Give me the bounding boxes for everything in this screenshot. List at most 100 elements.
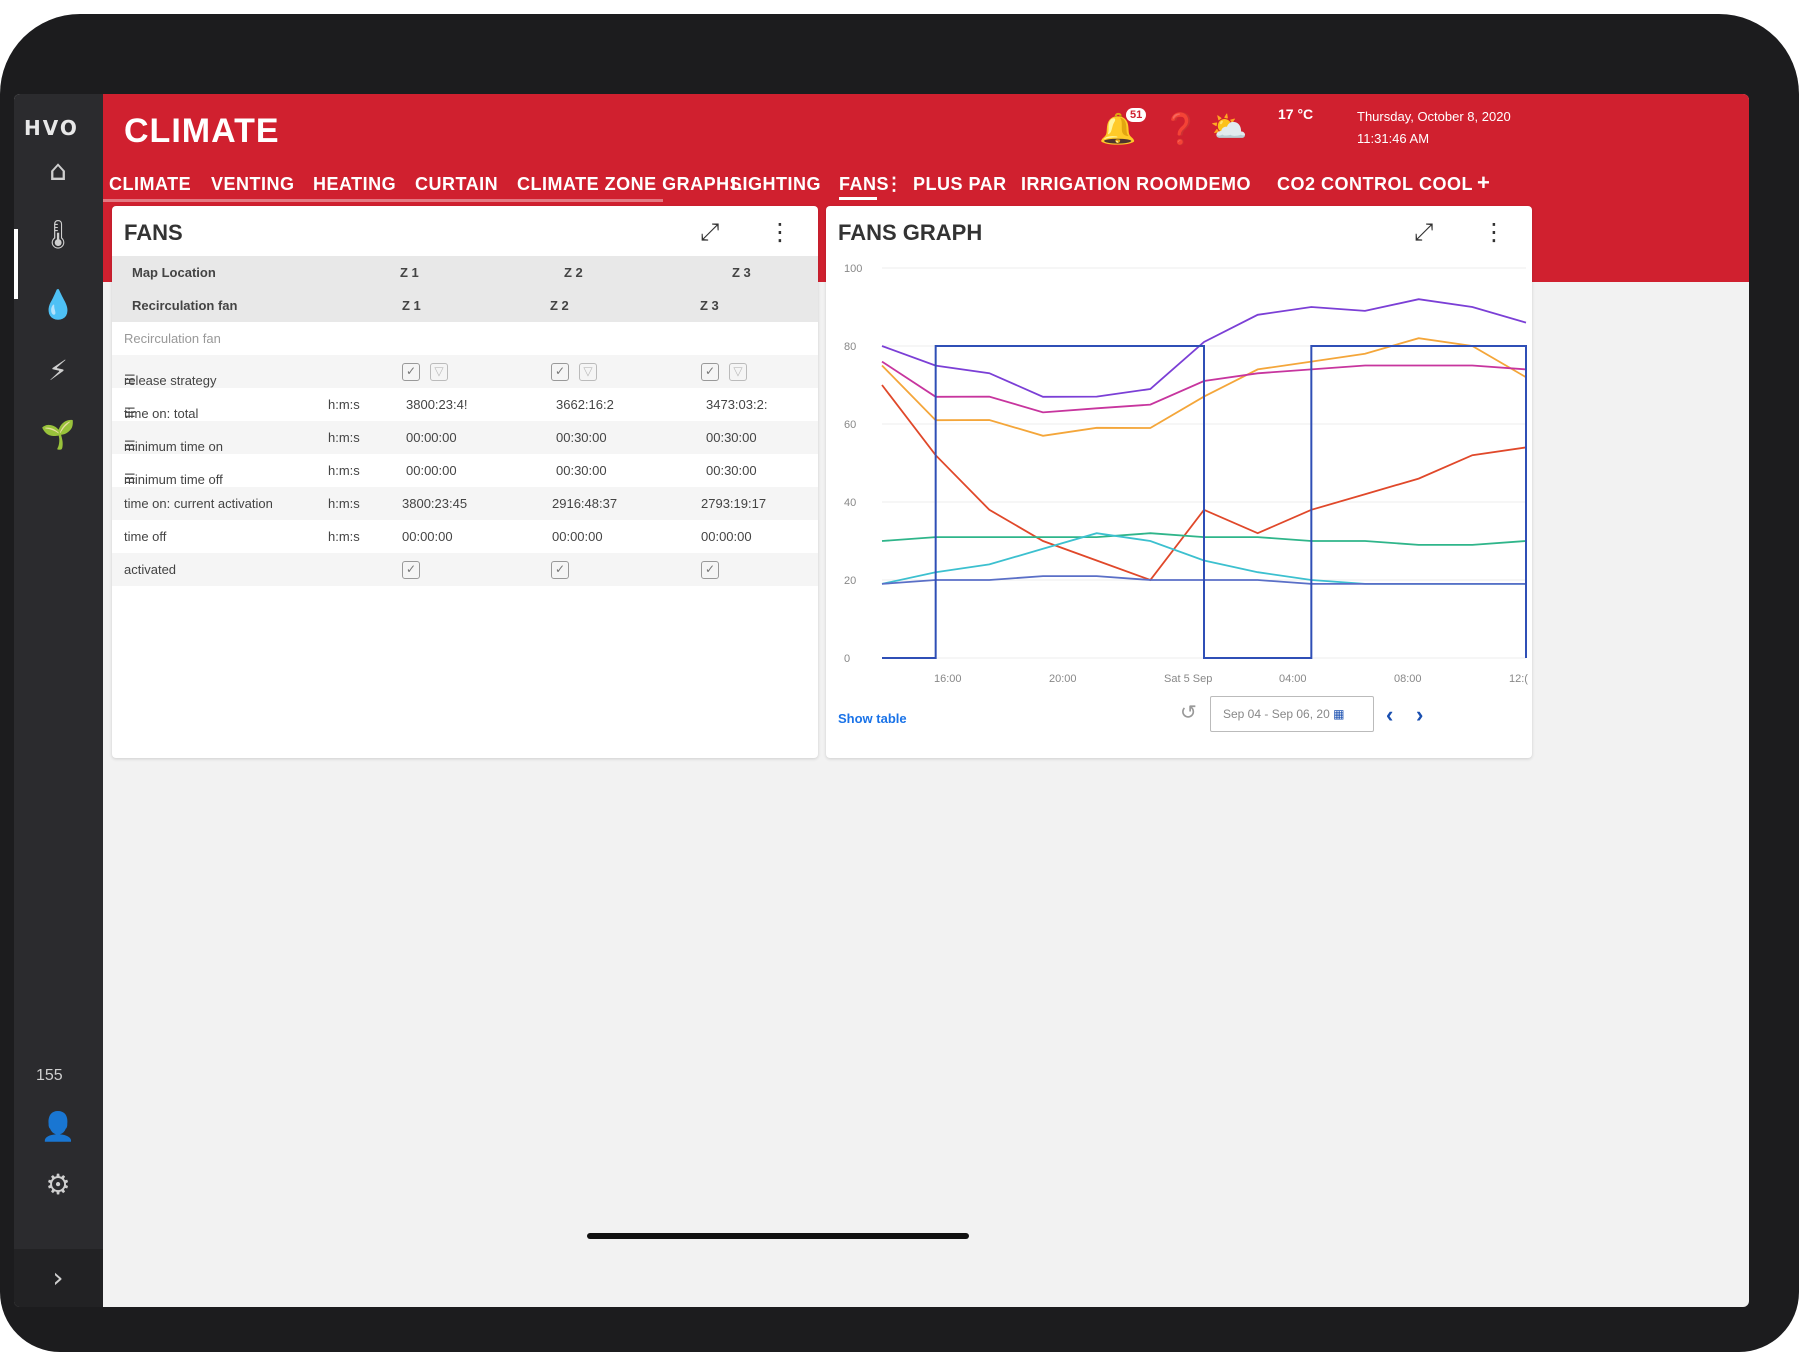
tab-fans-menu-icon[interactable]: ⋮ xyxy=(885,174,904,195)
z1-value[interactable]: 00:00:00 xyxy=(406,430,457,445)
z1-value[interactable]: 00:00:00 xyxy=(406,463,457,478)
row-label: Map Location xyxy=(132,265,216,280)
add-tab-icon[interactable]: + xyxy=(1477,170,1490,196)
strategy-option[interactable]: ▽ xyxy=(729,363,747,381)
tab-venting[interactable]: VENTING xyxy=(211,174,295,195)
help-icon[interactable]: ❓ xyxy=(1162,112,1199,147)
z2-value[interactable]: 00:30:00 xyxy=(556,463,607,478)
activated-checkbox: ✓ xyxy=(701,561,719,579)
fans-chart[interactable]: 100 80 60 40 20 0 16:00 20:00 Sat 5 Sep 04:00 08:0… xyxy=(826,256,1532,696)
z1-value: Z 1 xyxy=(400,265,419,280)
section-header: Recirculation fan xyxy=(112,322,818,355)
unit: h:m:s xyxy=(328,463,360,478)
z2-value[interactable]: 3662:16:2 xyxy=(556,397,614,412)
y-tick-label: 0 xyxy=(844,653,850,665)
z3-value: Z 3 xyxy=(700,298,719,313)
z3-value: 2793:19:17 xyxy=(701,496,767,511)
unit: h:m:s xyxy=(328,397,360,412)
chevron-right-icon[interactable]: › xyxy=(1416,702,1423,728)
row-label: time off xyxy=(124,529,167,544)
z1-value: 3800:23:45 xyxy=(402,496,468,511)
row-label: Recirculation fan xyxy=(132,298,238,313)
table-row: time on: current activation h:m:s 3800:2… xyxy=(112,487,818,520)
strategy-option[interactable]: ▽ xyxy=(430,363,448,381)
page-title: CLIMATE xyxy=(124,112,280,150)
tab-fans[interactable]: FANS xyxy=(839,174,889,195)
z2-value: Z 2 xyxy=(550,298,569,313)
water-drop-icon[interactable]: 💧 xyxy=(38,284,78,324)
strategy-checkbox[interactable]: ✓ xyxy=(551,363,569,381)
row-label-text: release strategy xyxy=(124,373,217,388)
strategy-checkbox[interactable]: ✓ xyxy=(402,363,420,381)
history-icon[interactable]: ↺ xyxy=(1180,700,1197,724)
user-icon[interactable]: 👤 xyxy=(38,1106,78,1146)
strategy-option[interactable]: ▽ xyxy=(579,363,597,381)
tab-scroll-track xyxy=(103,199,663,202)
active-tab-indicator xyxy=(839,197,877,200)
more-vert-icon[interactable]: ⋮ xyxy=(1482,218,1506,246)
z1-value: Z 1 xyxy=(402,298,421,313)
tab-irrigation-room[interactable]: IRRIGATION ROOM xyxy=(1021,174,1194,195)
y-tick-label: 100 xyxy=(844,263,862,275)
x-tick-label: 04:00 xyxy=(1279,673,1307,685)
row-label-text: minimum time off xyxy=(124,472,223,487)
chevron-right-icon[interactable]: › xyxy=(38,1257,78,1297)
tab-climate-zone-graphs[interactable]: CLIMATE ZONE GRAPHS xyxy=(517,174,742,195)
thermometer-icon[interactable]: 🌡 xyxy=(38,214,78,254)
z2-value: Z 2 xyxy=(564,265,583,280)
z3-value: Z 3 xyxy=(732,265,751,280)
home-indicator xyxy=(587,1233,969,1239)
z2-value[interactable]: 00:30:00 xyxy=(556,430,607,445)
gear-icon[interactable]: ⚙ xyxy=(38,1164,78,1204)
table-row: activated ✓ ✓ ✓ xyxy=(112,553,818,586)
row-label-text: minimum time on xyxy=(124,439,223,454)
tab-heating[interactable]: HEATING xyxy=(313,174,396,195)
row-label-text: time on: total xyxy=(124,406,199,421)
tab-lighting[interactable]: LIGHTING xyxy=(731,174,821,195)
y-tick-label: 60 xyxy=(844,419,856,431)
expand-icon[interactable]: ⤢ xyxy=(1414,218,1433,246)
activated-checkbox: ✓ xyxy=(551,561,569,579)
z1-value[interactable]: 3800:23:4! xyxy=(406,397,467,412)
unit: h:m:s xyxy=(328,430,360,445)
x-tick-label: 08:00 xyxy=(1394,673,1422,685)
expand-icon[interactable]: ⤢ xyxy=(700,218,719,246)
plant-icon[interactable]: 🌱 xyxy=(38,414,78,454)
tab-cool[interactable]: COOL xyxy=(1419,174,1473,195)
sidebar-active-indicator xyxy=(14,229,18,299)
sidebar-count: 155 xyxy=(36,1067,63,1084)
tab-co2-control[interactable]: CO2 CONTROL xyxy=(1277,174,1414,195)
tab-climate[interactable]: CLIMATE xyxy=(109,174,191,195)
tablet-frame: HVO ⌂ 🌡 💧 ⚡ 🌱 155 👤 ⚙ › CLIMATE 🔔 51 ❓ ⛅… xyxy=(0,14,1799,1352)
x-tick-label: Sat 5 Sep xyxy=(1164,673,1212,685)
tab-demo[interactable]: DEMO xyxy=(1195,174,1251,195)
show-table-link[interactable]: Show table xyxy=(838,711,907,726)
activated-checkbox: ✓ xyxy=(402,561,420,579)
datetime: Thursday, October 8, 2020 11:31:46 AM xyxy=(1357,106,1511,150)
tab-curtain[interactable]: CURTAIN xyxy=(415,174,498,195)
unit: h:m:s xyxy=(328,529,360,544)
z3-value[interactable]: 00:30:00 xyxy=(706,463,757,478)
chevron-left-icon[interactable]: ‹ xyxy=(1386,702,1393,728)
table-row: ☰ minimum time off h:m:s 00:00:00 00:30:… xyxy=(112,454,818,487)
tab-plus-par[interactable]: PLUS PAR xyxy=(913,174,1007,195)
home-icon[interactable]: ⌂ xyxy=(38,150,78,190)
lightning-icon[interactable]: ⚡ xyxy=(38,350,78,390)
table-row: ☰ release strategy ✓ ▽ ✓ ▽ ✓ ▽ xyxy=(112,355,818,388)
map-location-row: Map Location Z 1 Z 2 Z 3 xyxy=(112,256,818,289)
calendar-icon[interactable]: ▦ xyxy=(1333,707,1344,721)
y-tick-label: 20 xyxy=(844,575,856,587)
table-row: ☰ minimum time on h:m:s 00:00:00 00:30:0… xyxy=(112,421,818,454)
date-range-value: Sep 04 - Sep 06, 20 xyxy=(1223,707,1330,721)
fans-card: FANS ⤢ ⋮ Map Location Z 1 Z 2 Z 3 Recirc… xyxy=(112,206,818,758)
notification-badge: 51 xyxy=(1126,108,1147,122)
strategy-checkbox[interactable]: ✓ xyxy=(701,363,719,381)
tab-bar: CLIMATE VENTING HEATING CURTAIN CLIMATE … xyxy=(103,166,1749,202)
z3-value[interactable]: 00:30:00 xyxy=(706,430,757,445)
more-vert-icon[interactable]: ⋮ xyxy=(768,218,792,246)
sidebar: HVO ⌂ 🌡 💧 ⚡ 🌱 155 👤 ⚙ › xyxy=(14,94,103,1307)
date-range-field[interactable]: Sep 04 - Sep 06, 20 ▦ xyxy=(1210,696,1374,732)
z3-value[interactable]: 3473:03:2: xyxy=(706,397,767,412)
table-row: time off h:m:s 00:00:00 00:00:00 00:00:0… xyxy=(112,520,818,553)
sidebar-expand[interactable]: › xyxy=(14,1249,103,1307)
